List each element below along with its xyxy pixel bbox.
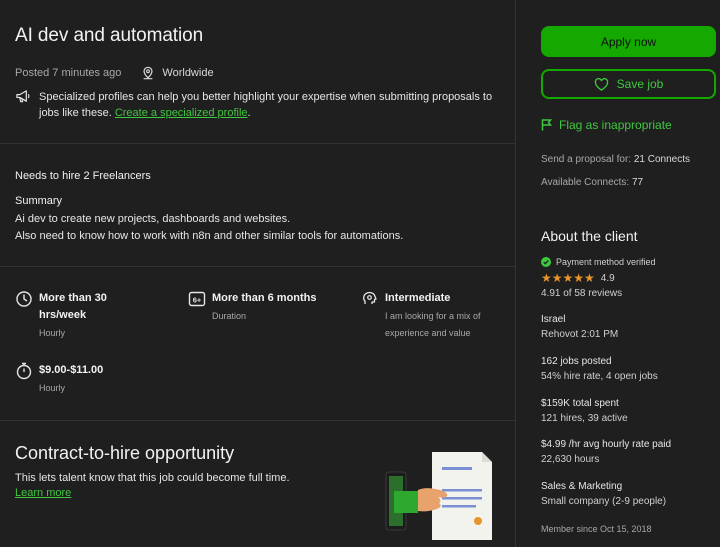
avg-hourly-rate: $4.99 /hr avg hourly rate paid: [541, 439, 672, 450]
rating-stars-icon: ★★★★★: [541, 271, 595, 285]
hours-desc: Hourly: [39, 328, 66, 338]
summary-line: Ai dev to create new projects, dashboard…: [15, 213, 291, 225]
feature-level: Intermediate I am looking for a mix of e…: [361, 290, 481, 341]
summary-text: Ai dev to create new projects, dashboard…: [15, 211, 403, 245]
rate-desc: Hourly: [39, 383, 66, 393]
duration-desc: Duration: [212, 311, 247, 321]
location-pin-icon: [143, 66, 153, 80]
flag-inappropriate-link[interactable]: Flag as inappropriate: [541, 118, 672, 132]
job-title: AI dev and automation: [15, 25, 204, 46]
divider: [0, 143, 516, 144]
notice-end: .: [247, 107, 251, 119]
svg-text:6+: 6+: [193, 296, 202, 305]
brain-gear-icon: [363, 291, 377, 304]
job-details: AI dev and automation Posted 7 minutes a…: [0, 0, 516, 547]
create-specialized-profile-link[interactable]: Create a specialized profile: [115, 107, 248, 119]
calendar-six-plus-icon: 6+: [188, 291, 206, 307]
hires-count: 121 hires, 39 active: [541, 413, 628, 424]
proposal-cost: Send a proposal for: 21 Connects: [541, 154, 690, 165]
flag-icon: [541, 119, 552, 131]
location: Worldwide: [162, 67, 214, 79]
client-rating: ★★★★★ 4.9: [541, 271, 615, 285]
job-sidebar: Apply now Save job Flag as inappropriate…: [517, 0, 720, 547]
feature-duration: 6+ More than 6 months Duration: [188, 290, 317, 324]
feature-rate: $9.00-$11.00 Hourly: [15, 362, 103, 396]
total-spent: $159K total spent: [541, 398, 619, 409]
notice-text: Specialized profiles can help you better…: [39, 91, 493, 119]
level-desc: experience and value: [385, 328, 471, 338]
hire-rate: 54% hire rate, 4 open jobs: [541, 371, 658, 382]
feature-hours: More than 30 hrs/week Hourly: [15, 290, 107, 341]
hours-billed: 22,630 hours: [541, 454, 600, 465]
summary-heading: Summary: [15, 195, 63, 207]
save-job-button[interactable]: Save job: [541, 69, 716, 99]
summary-line: Also need to know how to work with n8n a…: [15, 230, 404, 242]
available-connects-label: Available Connects:: [541, 177, 630, 188]
client-industry: Sales & Marketing: [541, 481, 623, 492]
jobs-posted: 162 jobs posted: [541, 356, 612, 367]
available-connects: Available Connects: 77: [541, 177, 643, 188]
flag-label: Flag as inappropriate: [559, 118, 672, 132]
save-job-label: Save job: [616, 77, 664, 91]
rate-value: $9.00-$11.00: [39, 364, 104, 376]
company-size: Small company (2-9 people): [541, 496, 667, 507]
divider: [0, 266, 516, 267]
level-value: Intermediate: [385, 292, 451, 304]
level-desc: I am looking for a mix of: [385, 311, 481, 321]
contract-illustration: [385, 452, 492, 540]
duration-value: More than 6 months: [212, 292, 317, 304]
hours-value: More than 30: [39, 292, 107, 304]
payment-verified: Payment method verified: [541, 257, 656, 267]
heart-icon: [594, 77, 608, 91]
payment-verified-label: Payment method verified: [556, 257, 656, 267]
apply-now-button[interactable]: Apply now: [541, 26, 716, 57]
job-meta: Posted 7 minutes ago Worldwide: [15, 66, 214, 80]
megaphone-icon: [16, 90, 30, 103]
client-country: Israel: [541, 314, 566, 325]
clock-icon: [16, 291, 32, 307]
contract-to-hire-text: This lets talent know that this job coul…: [15, 472, 290, 484]
learn-more-link[interactable]: Learn more: [15, 487, 71, 499]
stopwatch-icon: [16, 362, 32, 380]
contract-to-hire-heading: Contract-to-hire opportunity: [15, 443, 235, 463]
available-connects-value: 77: [631, 177, 644, 188]
member-since: Member since Oct 15, 2018: [541, 524, 652, 534]
reviews-count: 4.91 of 58 reviews: [541, 288, 623, 299]
divider: [0, 420, 516, 421]
proposal-cost-value: 21 Connects: [633, 154, 690, 165]
client-city-time: Rehovot 2:01 PM: [541, 329, 619, 340]
hours-value-unit: hrs/week: [39, 309, 87, 321]
proposal-cost-label: Send a proposal for:: [541, 154, 632, 165]
verified-check-icon: [541, 257, 551, 267]
posted-time: Posted 7 minutes ago: [15, 67, 122, 79]
rating-value: 4.9: [600, 272, 615, 284]
specialized-profile-notice: Specialized profiles can help you better…: [15, 89, 495, 121]
hire-count: Needs to hire 2 Freelancers: [15, 170, 151, 182]
about-client-heading: About the client: [541, 228, 638, 244]
